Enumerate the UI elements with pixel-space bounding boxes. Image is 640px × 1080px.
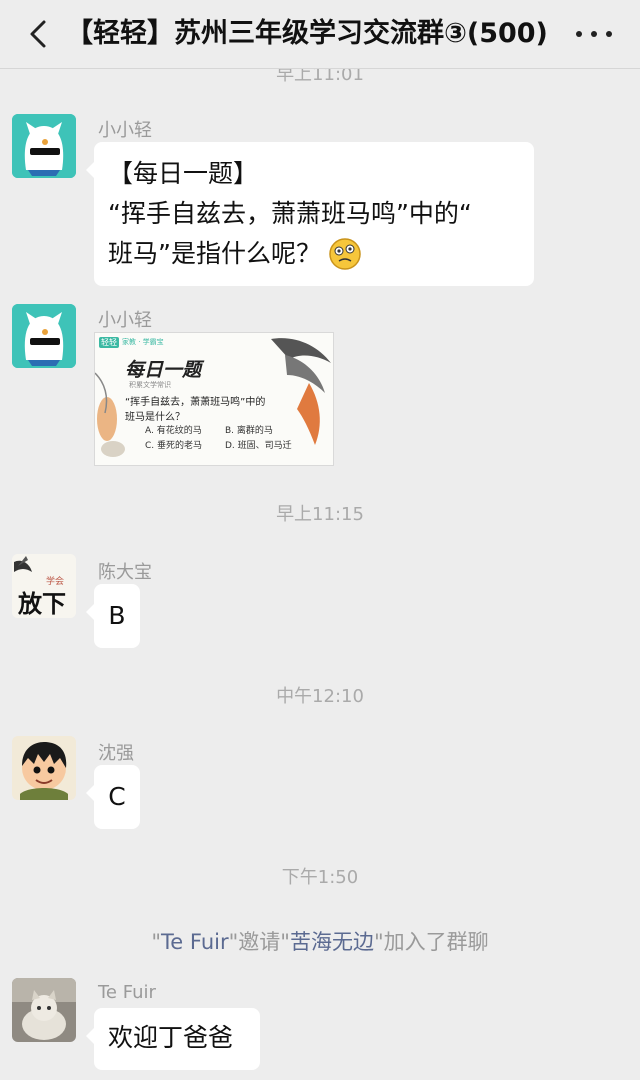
avatar[interactable] [12, 736, 76, 800]
system-text: "邀请" [228, 930, 290, 954]
invitee-name-link[interactable]: 苦海无边 [290, 930, 374, 954]
card-logo-badge: 轻轻 [99, 337, 119, 348]
timestamp: 中午12:10 [276, 686, 364, 707]
card-option: B. 离群的马 [225, 426, 273, 436]
message-line: 班马”是指什么呢？ [108, 239, 321, 268]
message-bubble[interactable]: C [86, 765, 140, 829]
system-text: "加入了群聊 [373, 930, 489, 954]
sender-name: Te Fuir [98, 982, 156, 1003]
sender-name: 小小轻 [98, 310, 152, 331]
message-line: 【每日一题】 [108, 159, 259, 188]
image-message[interactable]: 轻轻 家教 · 学霸宝 每日一题 积累文学常识 “挥手自兹去，萧萧班马鸣”中的 … [94, 332, 334, 466]
message-text: C [108, 782, 126, 811]
card-subtitle: 积累文学常识 [129, 381, 171, 389]
avatar-caption: 放下 [18, 589, 66, 618]
avatar[interactable] [12, 114, 76, 178]
sender-name: 沈强 [98, 743, 134, 764]
more-icon[interactable] [576, 16, 612, 52]
card-question: “挥手自兹去，萧萧班马鸣”中的 [125, 397, 266, 408]
title-bar: 【轻轻】苏州三年级学习交流群③(500) [0, 0, 640, 69]
message-text: 欢迎丁爸爸 [108, 1023, 234, 1052]
card-option: D. 班固、司马迁 [225, 441, 292, 451]
sender-name: 小小轻 [98, 120, 152, 141]
back-arrow-icon[interactable] [22, 16, 58, 52]
timestamp: 下午1:50 [281, 867, 359, 888]
avatar[interactable] [12, 304, 76, 368]
message-bubble[interactable]: 【每日一题】 “挥手自兹去，萧萧班马鸣”中的“ 班马”是指什么呢？ [86, 142, 534, 286]
card-title: 每日一题 [125, 359, 202, 381]
message-text: B [108, 601, 126, 630]
message-bubble[interactable]: B [86, 584, 140, 648]
message-bubble[interactable]: 欢迎丁爸爸 [86, 1008, 260, 1070]
system-text: " [151, 930, 162, 954]
card-logo: 轻轻 家教 · 学霸宝 [99, 337, 164, 348]
timestamp: 早上11:15 [276, 504, 364, 525]
thinking-emoji-icon [329, 238, 361, 270]
card-logo-text: 家教 · 学霸宝 [122, 338, 164, 346]
system-notice: "Te Fuir"邀请"苦海无边"加入了群聊 [0, 926, 640, 956]
chat-title: 【轻轻】苏州三年级学习交流群③(500) [66, 18, 548, 49]
avatar[interactable] [12, 978, 76, 1042]
card-option: C. 垂死的老马 [145, 441, 203, 451]
card-option: A. 有花纹的马 [145, 426, 202, 436]
card-question: 班马是什么？ [125, 412, 185, 423]
avatar[interactable]: 学会 放下 [12, 554, 76, 618]
inviter-name-link[interactable]: Te Fuir [161, 930, 229, 954]
message-line: “挥手自兹去，萧萧班马鸣”中的“ [108, 199, 472, 228]
sender-name: 陈大宝 [98, 562, 152, 583]
